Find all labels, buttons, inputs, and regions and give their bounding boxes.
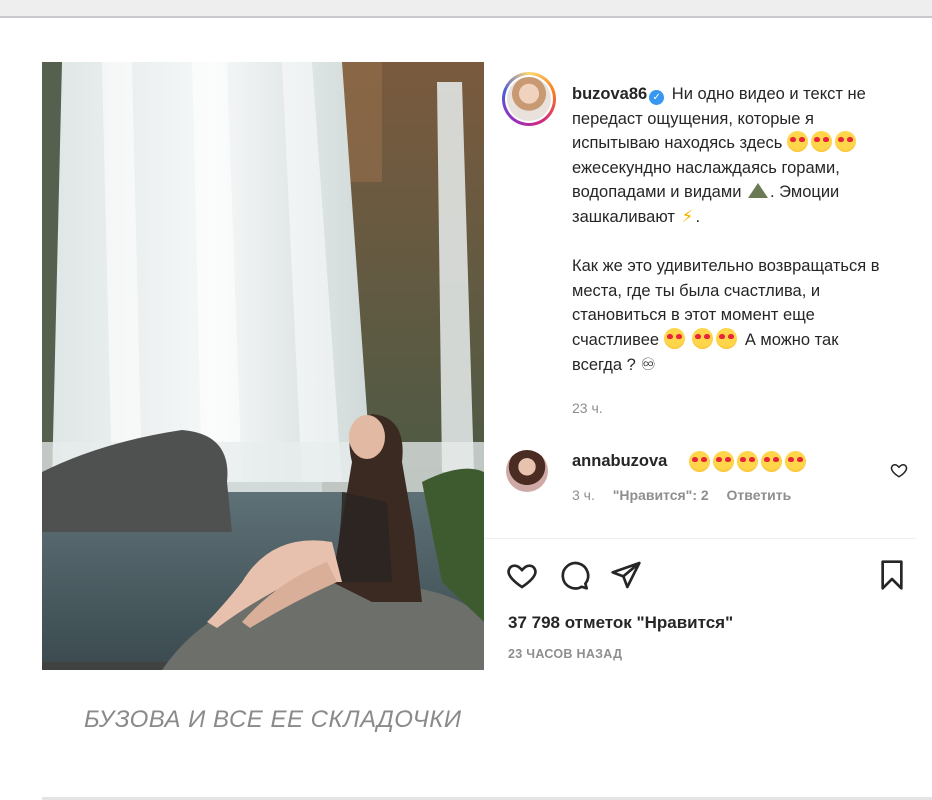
waterfall-photo-illustration xyxy=(42,62,484,670)
post-actions xyxy=(506,559,908,591)
post-username[interactable]: buzova86 xyxy=(572,85,647,103)
heart-eyes-emoji-icon xyxy=(761,451,782,472)
post-caption: buzova86 ✓ Ни одно видео и текст не перед… xyxy=(572,82,892,377)
comment-like-heart-icon[interactable] xyxy=(890,461,908,479)
top-band xyxy=(0,0,932,18)
article-headline: БУЗОВА И ВСЕ ЕЕ СКЛАДОЧКИ xyxy=(84,706,462,733)
heart-eyes-emoji-icon xyxy=(692,327,714,349)
heart-eyes-emoji-icon xyxy=(835,131,857,153)
comment-meta: 3 ч. "Нравится": 2 Ответить xyxy=(572,487,805,503)
comment-username[interactable]: annabuzova xyxy=(572,452,667,471)
heart-eyes-emoji-icon xyxy=(716,327,738,349)
bookmark-icon[interactable] xyxy=(876,559,908,591)
heart-eyes-emoji-icon xyxy=(785,451,806,472)
posted-ago: 23 ЧАСОВ НАЗАД xyxy=(508,647,623,661)
reply-button[interactable]: Ответить xyxy=(727,487,792,503)
heart-eyes-emoji-icon xyxy=(713,451,734,472)
post-panel: buzova86 ✓ Ни одно видео и текст не перед… xyxy=(484,62,916,670)
avatar xyxy=(507,77,551,121)
paper-plane-icon[interactable] xyxy=(610,559,642,591)
verified-badge-icon: ✓ xyxy=(649,90,665,105)
comment-time: 3 ч. xyxy=(572,487,595,503)
mountain-emoji-icon xyxy=(748,183,769,199)
divider xyxy=(484,538,916,539)
heart-eyes-emoji-icon xyxy=(737,451,758,472)
comment-emojis xyxy=(689,451,809,473)
story-avatar[interactable] xyxy=(502,72,556,126)
comment-likes[interactable]: "Нравится": 2 xyxy=(613,487,709,503)
heart-eyes-emoji-icon xyxy=(663,327,685,349)
comment-avatar[interactable] xyxy=(506,450,548,492)
post-photo[interactable] xyxy=(42,62,484,670)
heart-eyes-emoji-icon xyxy=(811,131,833,153)
lightning-emoji-icon: ⚡ xyxy=(681,206,694,226)
infinity-emoji-icon: ♾ xyxy=(640,354,656,374)
comment-bubble-icon[interactable] xyxy=(558,559,590,591)
post-time: 23 ч. xyxy=(572,400,603,416)
heart-eyes-emoji-icon xyxy=(689,451,710,472)
caption-text-4: . xyxy=(695,207,701,226)
likes-count[interactable]: 37 798 отметок "Нравится" xyxy=(508,613,733,633)
heart-eyes-emoji-icon xyxy=(787,131,809,153)
heart-icon[interactable] xyxy=(506,559,538,591)
